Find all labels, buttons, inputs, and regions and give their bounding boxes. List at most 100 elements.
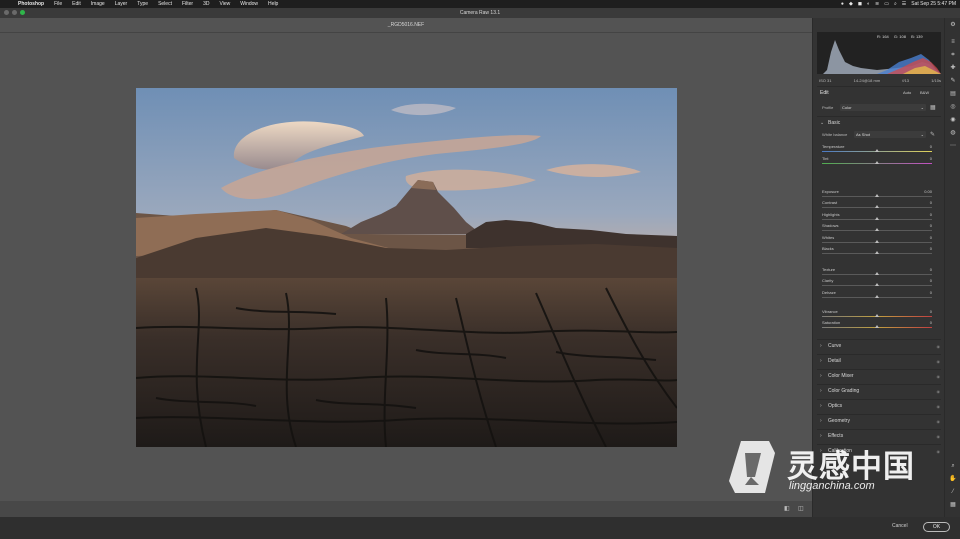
menu-help[interactable]: Help	[268, 1, 278, 7]
menu-file[interactable]: File	[54, 1, 62, 7]
slider-value[interactable]: 0	[918, 267, 932, 272]
menu-view[interactable]: View	[220, 1, 231, 7]
slider-value[interactable]: 0.00	[918, 189, 932, 194]
menu-3d[interactable]: 3D	[203, 1, 209, 7]
red-eye-icon[interactable]: ◉	[949, 116, 957, 124]
slider-value[interactable]: 0	[918, 156, 932, 161]
eyedropper-icon[interactable]: ✎	[930, 131, 935, 138]
slider-exposure[interactable]: Exposure 0.00	[820, 189, 938, 200]
slider-value[interactable]: 0	[918, 309, 932, 314]
slider-dehaze[interactable]: Dehaze 0	[820, 290, 938, 301]
visibility-eye-icon[interactable]: ◉	[937, 389, 941, 394]
zoom-window-button[interactable]	[20, 10, 25, 15]
slider-value[interactable]: 0	[918, 235, 932, 240]
close-window-button[interactable]	[4, 10, 9, 15]
slider-clarity[interactable]: Clarity 0	[820, 278, 938, 289]
more-icon[interactable]: ⋯	[949, 142, 957, 150]
menu-select[interactable]: Select	[158, 1, 172, 7]
minimize-window-button[interactable]	[12, 10, 17, 15]
slider-thumb[interactable]	[875, 194, 879, 197]
visibility-eye-icon[interactable]: ◉	[937, 359, 941, 364]
slider-thumb[interactable]	[875, 295, 879, 298]
slider-thumb[interactable]	[875, 283, 879, 286]
slider-thumb[interactable]	[875, 217, 879, 220]
hand-icon[interactable]: ✋	[949, 475, 957, 483]
radial-filter-icon[interactable]: ◎	[949, 103, 957, 111]
edit-tool-icon[interactable]: ≡	[949, 38, 957, 46]
slider-value[interactable]: 0	[918, 246, 932, 251]
section-color-mixer[interactable]: › Color Mixer ◉	[820, 372, 942, 380]
slider-temperature[interactable]: Temperature 0	[820, 144, 938, 155]
slider-whites[interactable]: Whites 0	[820, 235, 938, 246]
section-basic[interactable]: ⌄ Basic	[820, 119, 942, 127]
slider-thumb[interactable]	[875, 272, 879, 275]
visibility-eye-icon[interactable]: ◉	[937, 419, 941, 424]
menu-filter[interactable]: Filter	[182, 1, 193, 7]
profile-browser-icon[interactable]: ▦	[930, 104, 936, 111]
white-balance-dropdown[interactable]: As Shot ⌄	[854, 131, 926, 138]
slider-vibrance[interactable]: Vibrance 0	[820, 309, 938, 320]
section-color-grading[interactable]: › Color Grading ◉	[820, 387, 942, 395]
menu-image[interactable]: Image	[91, 1, 105, 7]
section-optics[interactable]: › Optics ◉	[820, 402, 942, 410]
grid-icon[interactable]: ▦	[949, 501, 957, 509]
photo-preview[interactable]	[136, 88, 677, 447]
slider-value[interactable]: 0	[918, 290, 932, 295]
slider-thumb[interactable]	[875, 161, 879, 164]
spotlight-icon[interactable]: ⌕	[894, 1, 897, 7]
sampler-icon[interactable]: ⁄	[949, 488, 957, 496]
zoom-icon[interactable]: ⌕	[949, 462, 957, 470]
menu-window[interactable]: Window	[240, 1, 258, 7]
healing-tool-icon[interactable]: ✚	[949, 64, 957, 72]
slider-value[interactable]: 0	[918, 223, 932, 228]
section-detail[interactable]: › Detail ◉	[820, 357, 942, 365]
slider-highlights[interactable]: Highlights 0	[820, 212, 938, 223]
gradient-tool-icon[interactable]: ▤	[949, 90, 957, 98]
slider-texture[interactable]: Texture 0	[820, 267, 938, 278]
slider-contrast[interactable]: Contrast 0	[820, 200, 938, 211]
status-icon[interactable]: ●	[841, 1, 844, 7]
control-center-icon[interactable]: ☰	[902, 1, 906, 7]
presets-icon[interactable]: ◍	[949, 129, 957, 137]
visibility-eye-icon[interactable]: ◉	[937, 374, 941, 379]
settings-gear-icon[interactable]: ⚙	[949, 21, 957, 29]
cancel-button[interactable]: Cancel	[892, 523, 908, 529]
single-view-icon[interactable]: ◧	[784, 505, 790, 512]
wifi-icon[interactable]: ≋	[875, 1, 879, 7]
clock[interactable]: Sat Sep 25 5:47 PM	[911, 1, 956, 7]
bw-button[interactable]: B&W	[920, 90, 929, 95]
slider-shadows[interactable]: Shadows 0	[820, 223, 938, 234]
status-icon[interactable]: ◼	[858, 1, 862, 7]
menu-edit[interactable]: Edit	[72, 1, 81, 7]
before-after-icon[interactable]: ◫	[798, 505, 804, 512]
menu-photoshop[interactable]: Photoshop	[18, 1, 44, 7]
slider-blacks[interactable]: Blacks 0	[820, 246, 938, 257]
menu-type[interactable]: Type	[137, 1, 148, 7]
auto-button[interactable]: Auto	[903, 90, 911, 95]
slider-thumb[interactable]	[875, 251, 879, 254]
slider-thumb[interactable]	[875, 314, 879, 317]
profile-dropdown[interactable]: Color ⌄	[840, 104, 926, 111]
section-curve[interactable]: › Curve ◉	[820, 342, 942, 350]
status-icon[interactable]: ◐	[867, 1, 870, 7]
slider-value[interactable]: 0	[918, 200, 932, 205]
visibility-eye-icon[interactable]: ◉	[937, 344, 941, 349]
status-icon[interactable]: ◆	[849, 1, 853, 7]
slider-value[interactable]: 0	[918, 212, 932, 217]
slider-thumb[interactable]	[875, 325, 879, 328]
slider-thumb[interactable]	[875, 240, 879, 243]
slider-value[interactable]: 0	[918, 278, 932, 283]
image-canvas[interactable]	[0, 33, 812, 501]
section-geometry[interactable]: › Geometry ◉	[820, 417, 942, 425]
slider-thumb[interactable]	[875, 149, 879, 152]
slider-tint[interactable]: Tint 0	[820, 156, 938, 167]
slider-saturation[interactable]: Saturation 0	[820, 320, 938, 331]
crop-tool-icon[interactable]: ⌗	[949, 51, 957, 59]
ok-button[interactable]: OK	[923, 522, 950, 532]
slider-value[interactable]: 0	[918, 144, 932, 149]
menu-layer[interactable]: Layer	[115, 1, 128, 7]
slider-thumb[interactable]	[875, 205, 879, 208]
slider-thumb[interactable]	[875, 228, 879, 231]
slider-value[interactable]: 0	[918, 320, 932, 325]
visibility-eye-icon[interactable]: ◉	[937, 404, 941, 409]
